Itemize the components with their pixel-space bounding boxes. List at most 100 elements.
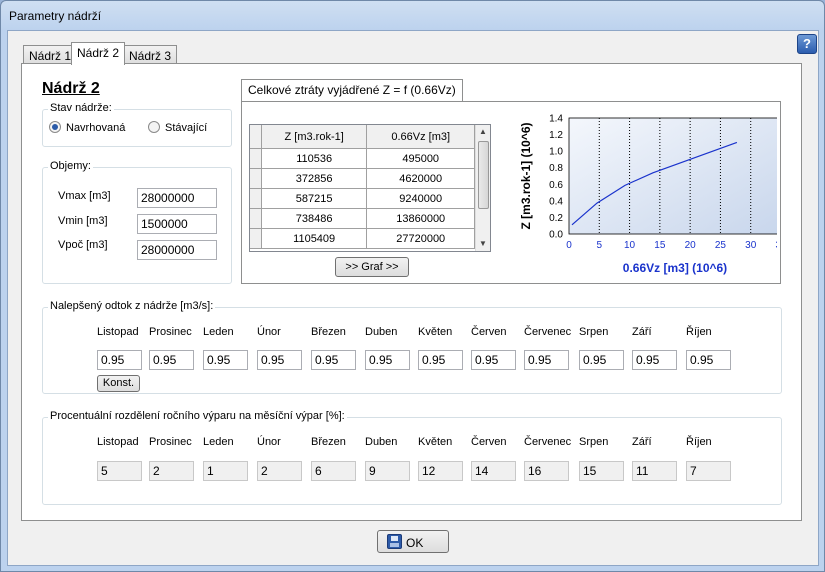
tab-page: Nádrž 2 Stav nádrže: Navrhovaná Stávajíc…	[21, 63, 802, 521]
vmax-input[interactable]: 28000000	[137, 188, 217, 208]
grid-header-vz[interactable]: 0.66Vz [m3]	[366, 125, 475, 149]
odtok-month-input[interactable]: 0.95	[632, 350, 677, 370]
table-row[interactable]: 110536 495000	[250, 148, 475, 169]
table-row[interactable]: 1105409 27720000	[250, 228, 475, 249]
vypar-month-label: Prosinec	[149, 436, 192, 448]
scroll-down-icon[interactable]: ▼	[479, 239, 487, 248]
table-row[interactable]: 738486 13860000	[250, 208, 475, 229]
vypar-month-label: Listopad	[97, 436, 139, 448]
radio-navrhovana[interactable]: Navrhovaná	[49, 121, 125, 134]
odtok-month-label: Leden	[203, 326, 234, 338]
tab-nadrz-3[interactable]: Nádrž 3	[123, 45, 178, 65]
cell-vz[interactable]: 4620000	[366, 168, 475, 189]
odtok-month-input[interactable]: 0.95	[311, 350, 356, 370]
odtok-month-input[interactable]: 0.95	[149, 350, 194, 370]
odtok-month-label: Únor	[257, 326, 281, 338]
vypar-month-input: 14	[471, 461, 516, 481]
radio-navrhovana-label: Navrhovaná	[66, 122, 126, 134]
tab-nadrz-1[interactable]: Nádrž 1	[23, 45, 78, 65]
scroll-up-icon[interactable]: ▲	[479, 127, 487, 136]
vypar-month-label: Březen	[311, 436, 346, 448]
odtok-month-input[interactable]: 0.95	[471, 350, 516, 370]
cell-vz[interactable]: 9240000	[366, 188, 475, 209]
odtok-month-input[interactable]: 0.95	[97, 350, 142, 370]
y-tick-label: 0.0	[549, 230, 563, 241]
vmin-input[interactable]: 1500000	[137, 214, 217, 234]
x-tick-label: 20	[685, 240, 697, 251]
vpoc-input[interactable]: 28000000	[137, 240, 217, 260]
grid-scrollbar[interactable]: ▲ ▼	[475, 125, 490, 251]
y-tick-label: 1.2	[549, 130, 563, 141]
vypar-month-label: Duben	[365, 436, 398, 448]
plot-area	[568, 117, 777, 235]
vypar-month-label: Červenec	[524, 436, 572, 448]
cell-z[interactable]: 738486	[260, 208, 368, 229]
vypar-month-input: 12	[418, 461, 463, 481]
radio-stavajici-label: Stávající	[165, 122, 208, 134]
vypar-month-label: Srpen	[579, 436, 609, 448]
vypar-month-label: Červen	[471, 436, 507, 448]
dialog-window: Parametry nádrží ? Nádrž 1 Nádrž 2 Nádrž…	[0, 0, 825, 572]
cell-z[interactable]: 372856	[260, 168, 368, 189]
cell-vz[interactable]: 495000	[366, 148, 475, 169]
odtok-month-input[interactable]: 0.95	[418, 350, 463, 370]
odtok-month-label: Květen	[418, 326, 453, 338]
x-tick-label: 0	[566, 240, 572, 251]
y-tick-label: 0.2	[549, 213, 563, 224]
ok-button[interactable]: OK	[377, 530, 449, 553]
table-row[interactable]: 587215 9240000	[250, 188, 475, 209]
odtok-month-input[interactable]: 0.95	[524, 350, 569, 370]
page-heading: Nádrž 2	[42, 80, 100, 97]
radio-navrhovana-indicator[interactable]	[49, 121, 61, 133]
x-axis-label: 0.66Vz [m3] (10^6)	[623, 261, 727, 275]
vypar-month-label: Únor	[257, 436, 281, 448]
odtok-month-input[interactable]: 0.95	[686, 350, 731, 370]
radio-stavajici-indicator[interactable]	[148, 121, 160, 133]
vypar-month-input: 6	[311, 461, 356, 481]
tab-nadrz-2[interactable]: Nádrž 2	[71, 42, 126, 65]
vypar-month-input: 9	[365, 461, 410, 481]
help-icon[interactable]: ?	[797, 34, 817, 54]
y-tick-label: 0.4	[549, 196, 563, 207]
table-row[interactable]: 372856 4620000	[250, 168, 475, 189]
window-title: Parametry nádrží	[9, 9, 102, 23]
odtok-month-input[interactable]: 0.95	[579, 350, 624, 370]
grid-header-z[interactable]: Z [m3.rok-1]	[260, 125, 368, 149]
losses-chart: 0 5 10 15 20 25 30 35 0.0 0.2 0.4 0.6 0.8 1.0 1.2 1.4 0…	[519, 114, 777, 275]
odtok-month-label: Říjen	[686, 326, 712, 338]
odtok-group-title: Nalepšený odtok z nádrže [m3/s]:	[48, 300, 216, 312]
ok-button-label: OK	[406, 536, 424, 550]
grid-corner	[250, 125, 262, 149]
vypar-month-input: 1	[203, 461, 248, 481]
stav-group-title: Stav nádrže:	[48, 102, 114, 114]
y-tick-label: 0.8	[549, 163, 563, 174]
graph-button[interactable]: >> Graf >>	[335, 257, 409, 277]
y-tick-label: 0.6	[549, 180, 563, 191]
vmax-label: Vmax [m3]	[58, 190, 111, 202]
losses-grid[interactable]: Z [m3.rok-1] 0.66Vz [m3] 110536 495000 37…	[249, 124, 491, 252]
vypar-month-label: Květen	[418, 436, 453, 448]
radio-stavajici[interactable]: Stávající	[148, 121, 207, 134]
y-axis-label: Z [m3.rok-1] (10^6)	[519, 122, 533, 229]
cell-z[interactable]: 1105409	[260, 228, 368, 249]
x-tick-label: 25	[715, 240, 727, 251]
cell-vz[interactable]: 27720000	[366, 228, 475, 249]
vypar-month-input: 7	[686, 461, 731, 481]
odtok-month-input[interactable]: 0.95	[257, 350, 302, 370]
vypar-month-input: 2	[149, 461, 194, 481]
odtok-month-label: Listopad	[97, 326, 139, 338]
odtok-month-input[interactable]: 0.95	[365, 350, 410, 370]
y-tick-label: 1.4	[549, 114, 563, 125]
y-tick-label: 1.0	[549, 147, 563, 158]
vpoc-label: Vpoč [m3]	[58, 239, 108, 251]
const-button[interactable]: Konst.	[97, 375, 140, 392]
cell-z[interactable]: 110536	[260, 148, 368, 169]
cell-vz[interactable]: 13860000	[366, 208, 475, 229]
odtok-month-label: Březen	[311, 326, 346, 338]
scroll-thumb[interactable]	[478, 141, 489, 209]
tab-celkove-ztraty[interactable]: Celkové ztráty vyjádřené Z = f (0.66Vz)	[241, 79, 463, 101]
vypar-month-input: 5	[97, 461, 142, 481]
odtok-month-label: Září	[632, 326, 652, 338]
odtok-month-input[interactable]: 0.95	[203, 350, 248, 370]
cell-z[interactable]: 587215	[260, 188, 368, 209]
